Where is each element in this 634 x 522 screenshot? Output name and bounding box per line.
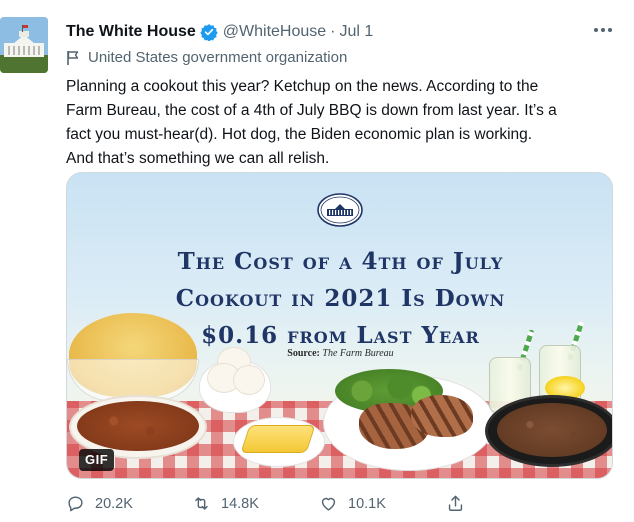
retweet-icon [195, 497, 208, 510]
tweet: The White House @WhiteHouse · Jul 1 Unit… [0, 0, 634, 522]
author-name[interactable]: The White House [66, 23, 196, 41]
reply-icon [68, 496, 83, 512]
share-button[interactable] [446, 494, 465, 513]
like-icon [321, 497, 336, 511]
tweet-date[interactable]: Jul 1 [340, 23, 374, 41]
headline-line: Cookout in 2021 Is Down [175, 285, 506, 312]
baked-beans [77, 401, 199, 451]
steak [411, 395, 473, 437]
like-button[interactable]: 10.1K [319, 494, 386, 513]
reply-button[interactable]: 20.2K [66, 494, 133, 513]
author-handle[interactable]: @WhiteHouse [223, 23, 326, 41]
affiliation-row: United States government organization [66, 49, 347, 66]
tweet-media-gif[interactable]: The Cost of a 4th of July Cookout in 202… [66, 172, 613, 479]
like-count: 10.1K [348, 495, 386, 512]
tweet-text: Planning a cookout this year? Ketchup on… [66, 75, 626, 171]
tweet-text-line: And that’s something we can all relish. [66, 150, 330, 167]
more-dot [601, 28, 605, 32]
tweet-text-line: Planning a cookout this year? Ketchup on… [66, 78, 539, 95]
tweet-header: The White House @WhiteHouse · Jul 1 [66, 21, 373, 43]
avatar[interactable] [0, 17, 48, 73]
affiliation-label: United States government organization [88, 49, 348, 66]
verified-badge-icon [200, 24, 218, 41]
headline-line: The Cost of a 4th of July [177, 248, 504, 275]
flag-icon [67, 50, 79, 65]
more-dot [594, 28, 598, 32]
more-dot [608, 28, 612, 32]
share-icon [448, 495, 463, 511]
source-name: The Farm Bureau [322, 348, 394, 359]
retweet-button[interactable]: 14.8K [192, 494, 259, 513]
tweet-text-line: Farm Bureau, the cost of a 4th of July B… [66, 102, 557, 119]
reply-count: 20.2K [95, 495, 133, 512]
white-house-avatar-image [0, 17, 48, 73]
white-house-logo-icon [317, 193, 363, 227]
more-options-icon[interactable] [594, 28, 612, 32]
tweet-actions: 20.2K 14.8K 10.1K [66, 494, 626, 518]
tweet-text-line: fact you must-hear(d). Hot dog, the Bide… [66, 126, 533, 143]
cheese-slices [240, 425, 316, 453]
retweet-count: 14.8K [221, 495, 259, 512]
ground-beef [497, 403, 607, 457]
separator-dot: · [330, 23, 336, 40]
source-label: Source: [287, 348, 320, 359]
ice-cream-scoop [233, 365, 265, 395]
gif-badge: GIF [79, 449, 115, 471]
